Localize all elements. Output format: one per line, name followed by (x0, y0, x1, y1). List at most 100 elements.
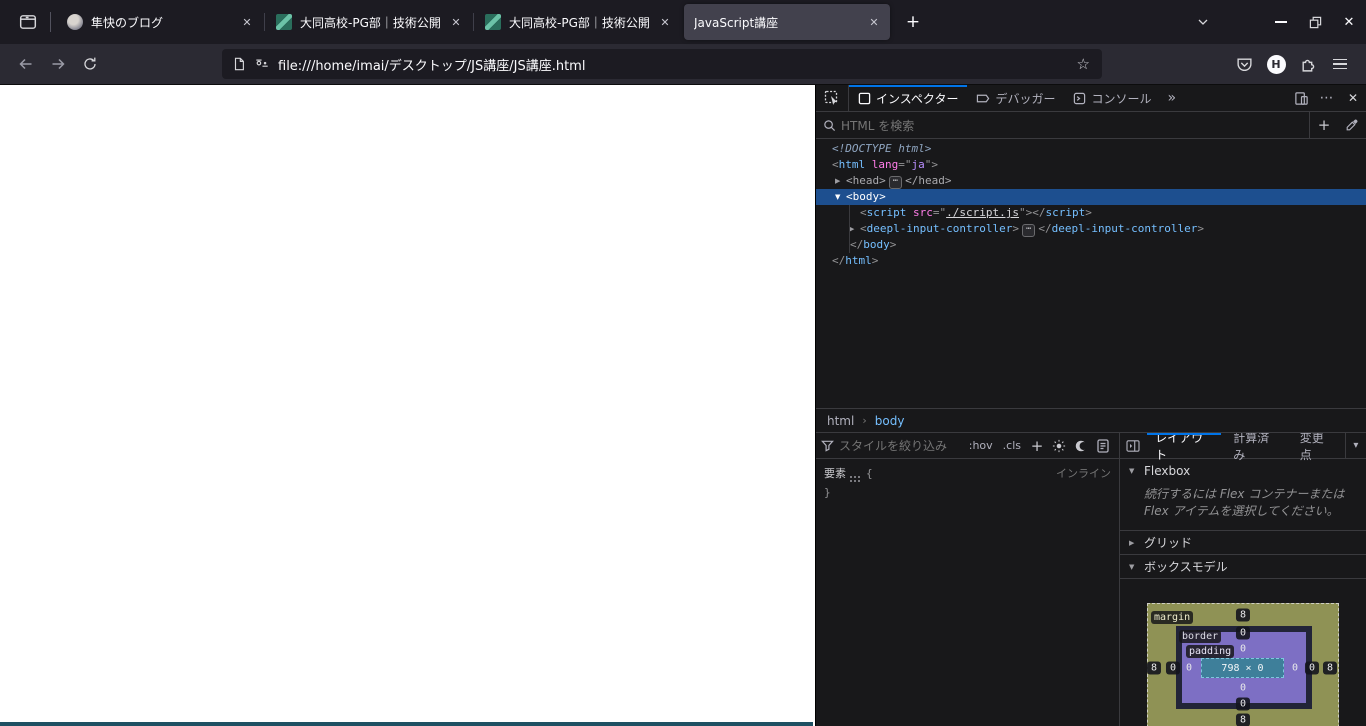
collapsed-children-badge[interactable]: ⋯ (1021, 224, 1036, 237)
back-button[interactable] (10, 49, 42, 79)
styles-rules[interactable]: 要素 { インライン } (816, 459, 1119, 726)
markup-line[interactable]: ▶ <head> ⋯ </head> (816, 173, 1366, 189)
border-left-value[interactable]: 0 (1165, 661, 1181, 675)
markup-line[interactable]: </body> (816, 237, 1366, 253)
bookmark-star-icon[interactable]: ☆ (1071, 55, 1096, 73)
url-text[interactable]: file:///home/imai/デスクトップ/JS講座/JS講座.html (278, 55, 585, 74)
box-model-content-region[interactable]: 798 × 0 (1201, 658, 1284, 678)
tab-close-button[interactable]: ✕ (864, 12, 884, 32)
firefox-view-button[interactable] (12, 6, 44, 38)
forward-button[interactable] (42, 49, 74, 79)
dark-scheme-button[interactable] (1070, 435, 1092, 457)
tab-blog[interactable]: 隼快のブログ ✕ (57, 4, 265, 40)
padding-right-value[interactable]: 0 (1290, 662, 1300, 675)
account-button[interactable]: H (1260, 49, 1292, 79)
light-scheme-button[interactable] (1048, 435, 1070, 457)
tab-computed[interactable]: 計算済み (1223, 433, 1290, 462)
node-picker-button[interactable] (816, 85, 849, 111)
eyedropper-button[interactable] (1338, 112, 1366, 138)
minimize-button[interactable] (1264, 0, 1298, 44)
rule-location[interactable]: インライン (1056, 465, 1111, 482)
devtools-panel: インスペクター デバッガー コンソール » ⋯ ✕ HTML を検索 + <!D… (815, 85, 1366, 726)
devtools-toolbar-right: ⋯ ✕ (1288, 85, 1366, 111)
breadcrumb-body[interactable]: body (875, 414, 905, 428)
padding-bottom-value[interactable]: 0 (1238, 682, 1248, 695)
markup-line[interactable]: </html> (816, 253, 1366, 269)
markup-line[interactable]: ▼ <body> (816, 189, 1366, 205)
tab-pgclub-2[interactable]: 大同高校-PG部｜技術公開 ✕ (475, 4, 681, 40)
padding-left-value[interactable]: 0 (1184, 662, 1194, 675)
tab-js-course-active[interactable]: JavaScript講座 ✕ (684, 4, 890, 40)
flexbox-section-header[interactable]: ▼ Flexbox (1120, 459, 1366, 483)
plus-icon: + (1030, 436, 1044, 455)
triangle-down-icon: ▼ (1129, 467, 1135, 475)
class-cls-button[interactable]: .cls (998, 439, 1026, 452)
print-media-button[interactable] (1092, 435, 1114, 457)
border-right-value[interactable]: 0 (1304, 661, 1320, 675)
markup-line[interactable]: <script src="./script.js"></script> (816, 205, 1366, 221)
breadcrumb-html[interactable]: html (827, 414, 854, 428)
tab-console[interactable]: コンソール (1064, 85, 1160, 111)
margin-top-value[interactable]: 8 (1235, 608, 1251, 622)
tab-changes[interactable]: 変更点 (1290, 433, 1345, 462)
puzzle-icon (1301, 59, 1314, 72)
flex-grid-toggle-icon[interactable] (850, 476, 862, 484)
tab-close-button[interactable]: ✕ (655, 12, 675, 32)
toggle-sidebar-button[interactable] (1120, 433, 1145, 458)
tabbar-separator (50, 12, 51, 32)
add-rule-button[interactable]: + (1026, 435, 1048, 457)
brace-open: { (866, 467, 873, 480)
page-bottom-bar (0, 722, 813, 726)
pseudo-hov-button[interactable]: :hov (964, 439, 998, 452)
markup-search-bar[interactable]: HTML を検索 + (816, 112, 1366, 139)
reload-button[interactable] (74, 49, 106, 79)
list-all-tabs-button[interactable] (1188, 7, 1218, 37)
site-permissions-icon[interactable] (254, 57, 270, 71)
tab-pgclub-1[interactable]: 大同高校-PG部｜技術公開 ✕ (266, 4, 474, 40)
pocket-button[interactable] (1228, 49, 1260, 79)
page-viewport[interactable] (0, 85, 815, 726)
tab-layout[interactable]: レイアウト (1145, 433, 1223, 462)
restore-button[interactable] (1298, 0, 1332, 44)
tab-close-button[interactable]: ✕ (237, 12, 257, 32)
more-tabs-button[interactable]: » (1160, 85, 1183, 111)
margin-right-value[interactable]: 8 (1322, 661, 1338, 675)
margin-bottom-value[interactable]: 8 (1235, 713, 1251, 726)
markup-line[interactable]: <!DOCTYPE html> (816, 141, 1366, 157)
filter-styles-input[interactable]: スタイルを絞り込み (839, 437, 964, 454)
breadcrumb-chevron-icon: › (862, 414, 867, 427)
expand-arrow-closed-icon[interactable]: ▶ (849, 221, 860, 237)
new-tab-button[interactable]: + (899, 8, 927, 36)
margin-label: margin (1151, 611, 1194, 624)
devtools-menu-button[interactable]: ⋯ (1314, 85, 1340, 111)
responsive-design-mode-button[interactable] (1288, 85, 1314, 111)
pocket-icon (1236, 57, 1252, 71)
tab-close-button[interactable]: ✕ (446, 12, 466, 32)
padding-top-value[interactable]: 0 (1238, 643, 1248, 656)
markup-line[interactable]: ▶ <deepl-input-controller> ⋯ </deepl-input-… (816, 221, 1366, 237)
close-window-button[interactable]: ✕ (1332, 0, 1366, 44)
extensions-button[interactable] (1292, 49, 1324, 79)
back-arrow-icon (19, 58, 32, 70)
border-bottom-value[interactable]: 0 (1235, 697, 1251, 711)
menu-button[interactable] (1324, 49, 1356, 79)
sidebar-caret-button[interactable]: ▾ (1344, 433, 1366, 458)
create-node-button[interactable]: + (1310, 112, 1338, 138)
styles-pane: スタイルを絞り込み :hov .cls + 要素 {インライン} (816, 433, 1119, 726)
grid-section-header[interactable]: ▶ グリッド (1120, 531, 1366, 555)
margin-left-value[interactable]: 8 (1146, 661, 1162, 675)
devtools-close-button[interactable]: ✕ (1340, 85, 1366, 111)
url-bar[interactable]: file:///home/imai/デスクトップ/JS講座/JS講座.html … (222, 49, 1102, 79)
tab-inspector[interactable]: インスペクター (849, 85, 968, 111)
border-top-value[interactable]: 0 (1235, 626, 1251, 640)
brace-close: } (824, 486, 831, 499)
collapsed-children-badge[interactable]: ⋯ (888, 176, 903, 189)
expand-arrow-open-icon[interactable]: ▼ (835, 189, 846, 205)
tab-debugger[interactable]: デバッガー (967, 85, 1064, 111)
boxmodel-section-header[interactable]: ▼ ボックスモデル (1120, 555, 1366, 579)
markup-line[interactable]: <html lang="ja"> (816, 157, 1366, 173)
layout-tabs: レイアウト 計算済み 変更点 ▾ (1120, 433, 1366, 462)
expand-arrow-closed-icon[interactable]: ▶ (835, 173, 846, 189)
tab-label: コンソール (1091, 91, 1152, 106)
rule-selector[interactable]: 要素 (824, 467, 846, 480)
